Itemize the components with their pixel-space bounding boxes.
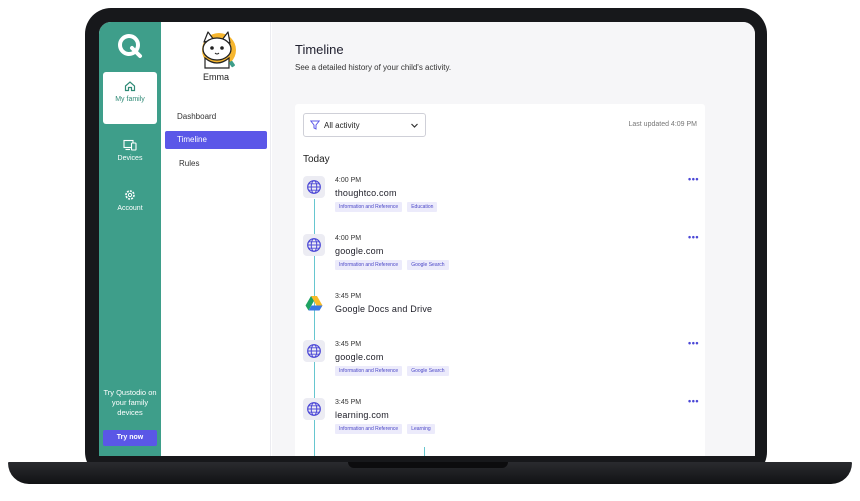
entry-site: Google Docs and Drive	[335, 304, 433, 314]
menu-item-timeline[interactable]: Timeline	[165, 131, 267, 149]
page-title: Timeline	[295, 42, 344, 57]
filter-label: All activity	[324, 121, 360, 130]
globe-icon	[307, 180, 321, 194]
entry-site: google.com	[335, 352, 384, 362]
last-updated-text: Last updated 4:09 PM	[628, 121, 698, 128]
rail-item-label: Devices	[117, 155, 143, 162]
timeline-entry[interactable]: 3:45 PM learning.com Information and Refer…	[303, 396, 699, 448]
site-icon	[303, 398, 325, 420]
main-content: Timeline See a detailed history of your …	[272, 22, 755, 456]
chevron-down-icon	[411, 123, 418, 128]
entry-site: google.com	[335, 246, 384, 256]
timeline-card: All activity Last updated 4:09 PM Today …	[295, 104, 705, 456]
category-tag: Education	[407, 202, 438, 212]
section-heading-today: Today	[303, 154, 330, 165]
site-icon	[303, 176, 325, 198]
gear-icon	[125, 190, 135, 200]
entry-time: 4:00 PM	[335, 235, 362, 242]
rail-item-label: My family	[115, 96, 145, 103]
child-name: Emma	[202, 72, 229, 82]
home-icon	[124, 81, 136, 92]
qustodio-logo-icon[interactable]	[116, 32, 144, 60]
rail-item-my-family[interactable]: My family	[103, 72, 157, 124]
more-options-icon[interactable]: •••	[688, 338, 699, 348]
promo-text: Try Qustodio on your family devices	[103, 388, 157, 417]
menu-item-rules[interactable]: Rules	[165, 155, 267, 173]
category-tag: Google Search	[407, 366, 449, 376]
timeline-entry[interactable]: 4:00 PM thoughtco.com Information and Refe…	[303, 174, 699, 226]
google-drive-icon	[305, 296, 323, 311]
menu-item-dashboard[interactable]: Dashboard	[165, 108, 267, 126]
entry-time: 3:45 PM	[335, 399, 362, 406]
category-tag: Information and Reference	[335, 424, 403, 434]
entry-tags: Information and Reference Learning	[335, 424, 435, 434]
devices-icon	[123, 139, 137, 151]
globe-icon	[307, 344, 321, 358]
activity-filter-select[interactable]: All activity	[303, 113, 426, 137]
more-options-icon[interactable]: •••	[688, 396, 699, 406]
entry-site: learning.com	[335, 410, 389, 420]
category-tag: Information and Reference	[335, 202, 403, 212]
child-menu-panel: Emma Dashboard Timeline Rules	[161, 22, 271, 456]
try-now-button[interactable]: Try now	[103, 430, 157, 446]
more-options-icon[interactable]: •••	[688, 232, 699, 242]
entry-tags: Information and Reference Google Search	[335, 260, 449, 270]
rail-item-label: Account	[117, 205, 143, 212]
category-tag: Learning	[407, 424, 435, 434]
entry-time: 3:45 PM	[335, 293, 362, 300]
category-tag: Information and Reference	[335, 260, 403, 270]
globe-icon	[307, 238, 321, 252]
timeline-entry[interactable]: 4:00 PM google.com Information and Referen…	[303, 232, 699, 284]
left-rail: My family Devices Account Try Qustodio o…	[99, 22, 161, 456]
entry-tags: Information and Reference Education	[335, 202, 438, 212]
site-icon	[303, 234, 325, 256]
app-screen: My family Devices Account Try Qustodio o…	[99, 22, 755, 456]
site-icon	[303, 340, 325, 362]
rail-item-account[interactable]: Account	[103, 189, 157, 213]
laptop-notch	[348, 462, 508, 468]
more-options-icon[interactable]: •••	[688, 174, 699, 184]
entry-time: 4:00 PM	[335, 177, 362, 184]
filter-icon	[310, 120, 320, 130]
laptop-mockup: My family Devices Account Try Qustodio o…	[0, 0, 860, 501]
cat-avatar[interactable]	[195, 28, 239, 70]
app-icon	[305, 295, 323, 316]
globe-icon	[307, 402, 321, 416]
entry-time: 3:45 PM	[335, 341, 362, 348]
page-subtitle: See a detailed history of your child's a…	[295, 63, 452, 72]
entry-tags: Information and Reference Google Search	[335, 366, 449, 376]
category-tag: Information and Reference	[335, 366, 403, 376]
timeline-line-segment	[424, 447, 425, 456]
timeline-entry[interactable]: 3:45 PM google.com Information and Referen…	[303, 338, 699, 390]
entry-site: thoughtco.com	[335, 188, 397, 198]
timeline-entry[interactable]: 3:45 PM Google Docs and Drive	[303, 292, 699, 342]
category-tag: Google Search	[407, 260, 449, 270]
rail-item-devices[interactable]: Devices	[103, 139, 157, 163]
